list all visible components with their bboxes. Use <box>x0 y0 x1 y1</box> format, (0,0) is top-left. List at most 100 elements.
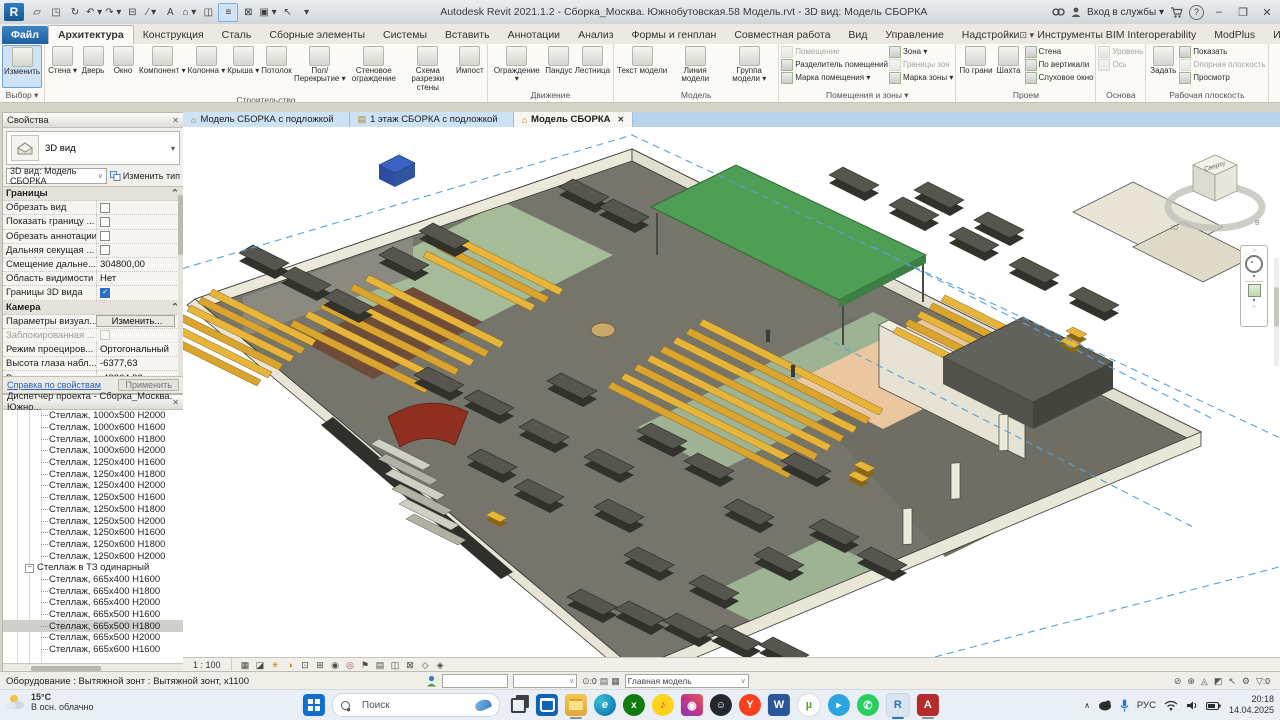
open-icon[interactable]: ▱ <box>28 4 46 21</box>
tree-item[interactable]: Стеллаж, 1250x500 H1800 <box>3 504 183 516</box>
door-button[interactable]: Дверь <box>78 45 108 93</box>
close-button[interactable]: ✕ <box>1258 6 1276 19</box>
tree-item[interactable]: Стеллаж, 1250x600 H1800 <box>3 539 183 551</box>
temporary-view-properties-icon[interactable]: ⚑ <box>358 660 373 671</box>
store-icon[interactable] <box>536 694 558 716</box>
links-status-icon[interactable]: ▦ <box>611 676 620 687</box>
volume-icon[interactable] <box>1186 700 1198 711</box>
ribbon-tab[interactable]: Аннотации <box>499 26 570 44</box>
ribbon-panel-label[interactable]: Рабочая плоскость <box>1146 89 1267 102</box>
exchange-store-icon[interactable] <box>1170 7 1183 18</box>
properties-close-icon[interactable]: ✕ <box>172 116 179 125</box>
wall-button[interactable]: Стена ▾ <box>47 45 78 93</box>
drawing-area[interactable]: Сверху Ю В ○ ▾ ▾ ○ <box>183 127 1280 658</box>
select-links-toggle[interactable]: ⊘ <box>1174 676 1182 687</box>
tree-item[interactable]: Стеллаж, 665x500 H1800 <box>3 620 183 632</box>
ribbon-panel-label[interactable]: Модель <box>614 89 778 102</box>
ribbon-panel-label[interactable]: Проем <box>956 89 1095 102</box>
3d-model-view[interactable]: Сверху Ю В <box>183 127 1280 658</box>
scale-button[interactable]: 1 : 100 <box>183 658 232 672</box>
room-separator-button[interactable]: Разделитель помещений <box>781 58 888 71</box>
text-note-icon[interactable]: A <box>161 4 179 21</box>
tree-item[interactable]: Стеллаж, 1250x400 H2000 <box>3 480 183 492</box>
close-inactive-windows-icon[interactable]: ⊠ <box>239 4 257 21</box>
property-row[interactable]: Смещение дальне... 304800,00 <box>3 258 183 272</box>
tree-item[interactable]: Стеллаж, 1250x400 H1600 <box>3 457 183 469</box>
model-group-button[interactable]: Группа модели ▾ <box>722 45 776 88</box>
search-help-icon[interactable] <box>1052 7 1065 18</box>
clock[interactable]: 20:1814.04.2025 <box>1229 694 1274 717</box>
type-selector[interactable]: 3D вид ▾ <box>6 131 180 165</box>
model-text-button[interactable]: Текст модели <box>616 45 668 88</box>
edge-icon[interactable]: e <box>594 694 616 716</box>
tree-item[interactable]: Стеллаж, 665x500 H2000 <box>3 632 183 644</box>
revit-logo-icon[interactable]: R <box>4 3 24 21</box>
tree-item[interactable]: Стеллаж, 1250x600 H2000 <box>3 550 183 562</box>
stair-button[interactable]: Лестница <box>574 45 611 88</box>
property-row[interactable]: Дальняя секущая ... <box>3 244 183 258</box>
column-button[interactable]: Колонна ▾ <box>187 45 227 93</box>
show-analytical-model-icon[interactable]: ▤ <box>373 660 388 671</box>
properties-help-link[interactable]: Справка по свойствам <box>7 380 101 390</box>
default-3d-view-icon[interactable]: ⌂ ▾ <box>180 4 198 21</box>
ribbon-tab[interactable]: Вставить <box>436 26 499 44</box>
component-button[interactable]: Компонент ▾ <box>138 45 187 93</box>
view-tab-close-icon[interactable]: ✕ <box>618 115 625 124</box>
navbar-arrow-icon[interactable]: ▾ <box>1252 275 1255 279</box>
ramp-button[interactable]: Пандус <box>544 45 574 88</box>
workset-input[interactable] <box>442 674 508 688</box>
minimize-button[interactable]: – <box>1210 6 1228 18</box>
property-row[interactable]: Режим проециров... Ортогональный <box>3 343 183 357</box>
ribbon-panel-label[interactable]: Строительство <box>45 94 487 102</box>
select-pinned-toggle[interactable]: ⊕ <box>1187 676 1195 687</box>
ribbon-tab[interactable]: Архитектура <box>48 25 134 44</box>
reveal-constraints-icon[interactable]: ⊠ <box>403 660 418 671</box>
property-row[interactable]: Высота глаза набл... -6377,63 <box>3 357 183 371</box>
sun-path-icon[interactable]: ☀ <box>268 660 283 671</box>
start-button[interactable] <box>303 694 325 716</box>
visual-style-icon[interactable]: ◪ <box>253 660 268 671</box>
steering-wheel-icon[interactable] <box>1245 255 1263 273</box>
whatsapp-icon[interactable]: ✆ <box>857 694 879 716</box>
ribbon-tab[interactable]: Изменить <box>1264 26 1280 44</box>
ribbon-tab[interactable]: Файл <box>2 26 48 44</box>
ribbon-panel-label[interactable]: Помещения и зоны ▾ <box>779 89 955 102</box>
reveal-hidden-elements-icon[interactable]: ◎ <box>343 660 358 671</box>
user-icon[interactable] <box>1071 7 1081 18</box>
tray-chevron-icon[interactable]: ∧ <box>1084 701 1090 710</box>
area-boundary-button[interactable]: Границы зон <box>889 58 953 71</box>
word-icon[interactable]: W <box>768 694 790 716</box>
workset-status-icon[interactable]: ⊙:0 <box>582 676 597 687</box>
modify-options-dropdown[interactable]: ⊡ ▾ <box>1013 27 1040 44</box>
show-crop-region-icon[interactable]: ⊞ <box>313 660 328 671</box>
drag-on-selection-toggle[interactable]: ↖ <box>1228 676 1236 687</box>
task-view-button[interactable] <box>507 694 529 716</box>
shaft-button[interactable]: Шахта <box>994 45 1024 88</box>
tree-item[interactable]: Стеллаж, 665x400 H1800 <box>3 585 183 597</box>
ribbon-tab[interactable]: Формы и генплан <box>623 26 726 44</box>
qat-overflow-icon[interactable]: ▾ <box>298 4 316 21</box>
property-row[interactable]: Обрезать аннотации <box>3 230 183 244</box>
autocad-taskbar-icon[interactable]: A <box>917 694 939 716</box>
level-button[interactable]: Уровень <box>1098 45 1143 58</box>
reference-plane-button[interactable]: Опорная плоскость <box>1179 58 1265 71</box>
highlight-displacement-icon[interactable]: ◫ <box>388 660 403 671</box>
railing-button[interactable]: Ограждение ▾ <box>490 45 544 88</box>
detail-level-icon[interactable]: ▦ <box>238 660 253 671</box>
tree-item[interactable]: Стеллаж, 665x500 H1600 <box>3 609 183 621</box>
save-icon[interactable]: ◳ <box>47 4 65 21</box>
temporary-hide-isolate-icon[interactable]: ◉ <box>328 660 343 671</box>
tree-item[interactable]: Стеллаж, 1000x600 H1800 <box>3 433 183 445</box>
telegram-icon[interactable]: ▸ <box>828 694 850 716</box>
worksets-user-icon[interactable] <box>426 675 437 687</box>
property-row[interactable]: Камера ⌃ <box>3 301 183 315</box>
ribbon-panel-label[interactable]: Выбор ▾ <box>0 89 44 102</box>
help-icon[interactable]: ? <box>1189 5 1204 20</box>
yandex-browser-icon[interactable]: Y <box>739 694 761 716</box>
file-explorer-icon[interactable] <box>565 694 587 716</box>
signin-button[interactable]: Вход в службы ▾ <box>1087 7 1164 18</box>
mullion-button[interactable]: Импост <box>455 45 485 93</box>
tree-item[interactable]: Стеллаж, 665x400 H1600 <box>3 574 183 586</box>
viewcube[interactable]: Сверху Ю В <box>1168 155 1262 232</box>
tree-item[interactable]: Стеллаж, 1000x600 H1600 <box>3 422 183 434</box>
